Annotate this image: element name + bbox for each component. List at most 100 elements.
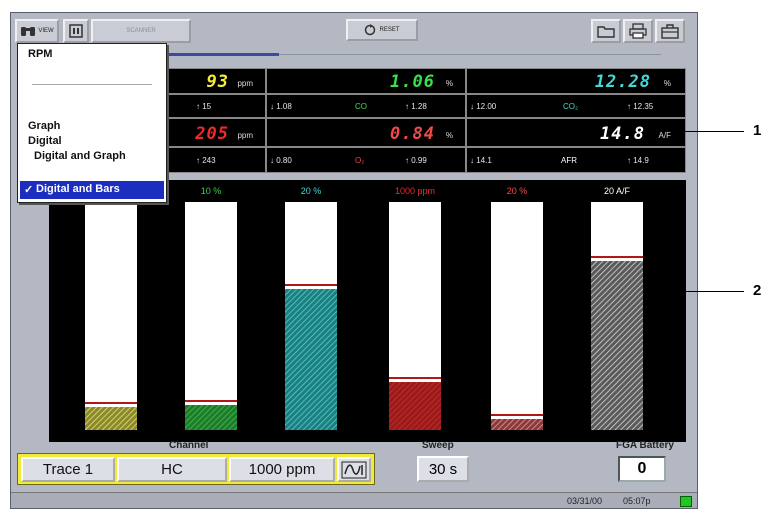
scanner-button-label: SCANNER <box>126 28 156 34</box>
nox-reading-cell: 205 ppm <box>151 118 266 147</box>
gas-level-bar <box>389 202 441 430</box>
scanner-icon-button[interactable] <box>63 19 89 43</box>
view-button-label: VIEW <box>38 28 54 34</box>
menu-separator <box>32 84 152 85</box>
bar-level-marker <box>591 256 643 258</box>
gas-button[interactable]: HC <box>117 457 227 482</box>
view-menu: RPM Graph Digital Digital and Graph ✓ Di… <box>17 43 167 203</box>
tools-button[interactable] <box>655 19 685 43</box>
battery-label: FGA Battery <box>616 440 674 451</box>
folder-icon <box>597 26 615 38</box>
bar-scale-label: 1000 ppm <box>394 186 436 196</box>
hc-reading-cell: 93 ppm <box>151 68 266 94</box>
connection-indicator <box>680 496 692 507</box>
bar-level-marker <box>285 284 337 286</box>
toolbox-icon <box>661 24 679 39</box>
co2-name: CO₂ <box>563 102 579 111</box>
co-name: CO <box>355 102 367 111</box>
waveform-trigger-icon <box>341 461 367 478</box>
callout-2-line <box>668 291 744 292</box>
bar-scale-label: 20 A/F <box>603 186 630 196</box>
reset-button-label: RESET <box>379 27 400 33</box>
o2-reading-cell: 0.84 % <box>266 118 466 147</box>
scanner-icon <box>69 24 83 38</box>
menu-item-rpm[interactable]: RPM <box>28 48 52 60</box>
co2-max: ↑ 12.35 <box>627 102 654 111</box>
bar-fill <box>389 382 441 430</box>
scale-button[interactable]: 1000 ppm <box>229 457 335 482</box>
hc-unit: ppm <box>237 79 253 88</box>
status-date: 03/31/00 <box>567 496 603 506</box>
bar-graph-panel: 1000 ppm10 %20 %1000 ppm20 %20 A/F <box>49 180 686 442</box>
bar-fill <box>185 405 237 430</box>
reset-button[interactable]: RESET <box>346 19 418 41</box>
progress-track <box>279 54 661 55</box>
folder-button[interactable] <box>591 19 621 43</box>
co2-minmax-cell: ↓ 12.00 CO₂ ↑ 12.35 <box>466 94 686 118</box>
status-time: 05:07p <box>623 496 651 506</box>
menu-item-digital-and-bars[interactable]: ✓ Digital and Bars <box>20 181 164 199</box>
sweep-button[interactable]: 30 s <box>417 456 469 482</box>
status-bar: 03/31/00 05:07p <box>11 492 697 508</box>
callout-1-line <box>676 131 744 132</box>
channel-controls: Trace 1 HC 1000 ppm <box>17 453 375 485</box>
o2-max: ↑ 0.99 <box>405 156 427 165</box>
gas-level-bar <box>285 202 337 430</box>
bar-fill <box>285 289 337 430</box>
binoculars-icon <box>21 27 36 36</box>
channel-label: Channel <box>169 440 209 451</box>
menu-item-digital-and-graph[interactable]: Digital and Graph <box>34 150 126 162</box>
callout-2-number: 2 <box>753 282 762 299</box>
co2-min: ↓ 12.00 <box>470 102 497 111</box>
digital-readings-panel: 93 ppm 1.06 % 12.28 % ↑ 15 ↓ 1.08 CO ↑ 1… <box>151 68 686 173</box>
co-min: ↓ 1.08 <box>270 102 292 111</box>
menu-item-digital[interactable]: Digital <box>28 135 62 147</box>
gas-level-bar <box>491 202 543 430</box>
afr-name: AFR <box>561 156 577 165</box>
gas-level-bar <box>591 202 643 430</box>
co-value: 1.06 <box>390 72 435 92</box>
bar-level-marker <box>491 414 543 416</box>
hc-value: 93 <box>206 72 229 92</box>
nox-value: 205 <box>195 124 229 144</box>
sweep-label: Sweep <box>422 440 454 451</box>
afr-min: ↓ 14.1 <box>470 156 492 165</box>
nox-max: ↑ 243 <box>196 156 216 165</box>
scanner-screen: VIEW SCANNER RESET 93 ppm 1.06 % 12.28 % <box>10 12 698 509</box>
o2-minmax-cell: ↓ 0.80 O₂ ↑ 0.99 <box>266 147 466 173</box>
co2-unit: % <box>663 79 671 88</box>
checkmark-icon: ✓ <box>24 184 34 196</box>
bar-scale-label: 10 % <box>200 186 222 196</box>
o2-name: O₂ <box>355 156 365 165</box>
view-button[interactable]: VIEW <box>15 19 59 43</box>
afr-minmax-cell: ↓ 14.1 AFR ↑ 14.9 <box>466 147 686 173</box>
trace-button[interactable]: Trace 1 <box>21 457 115 482</box>
menu-item-digital-and-bars-label: Digital and Bars <box>36 183 120 195</box>
bar-level-marker <box>389 377 441 379</box>
bar-fill <box>85 407 137 430</box>
reset-icon <box>365 24 376 36</box>
co-reading-cell: 1.06 % <box>266 68 466 94</box>
bar-level-marker <box>85 402 137 404</box>
printer-icon <box>629 23 647 39</box>
menu-item-graph[interactable]: Graph <box>28 120 60 132</box>
battery-value: 0 <box>618 456 666 482</box>
bar-fill <box>591 261 643 430</box>
hc-minmax-cell: ↑ 15 <box>151 94 266 118</box>
co2-value: 12.28 <box>594 72 651 92</box>
bar-scale-label: 20 % <box>300 186 322 196</box>
afr-value: 14.8 <box>600 124 645 144</box>
co-max: ↑ 1.28 <box>405 102 427 111</box>
trigger-button[interactable] <box>337 457 371 482</box>
o2-value: 0.84 <box>390 124 435 144</box>
print-button[interactable] <box>623 19 653 43</box>
nox-minmax-cell: ↑ 243 <box>151 147 266 173</box>
scan-progress-indicator <box>161 53 279 56</box>
scanner-button[interactable]: SCANNER <box>91 19 191 43</box>
gas-level-bar <box>85 202 137 430</box>
bar-level-marker <box>185 400 237 402</box>
co2-reading-cell: 12.28 % <box>466 68 686 94</box>
bar-fill <box>491 419 543 430</box>
afr-max: ↑ 14.9 <box>627 156 649 165</box>
hc-max: ↑ 15 <box>196 102 212 111</box>
